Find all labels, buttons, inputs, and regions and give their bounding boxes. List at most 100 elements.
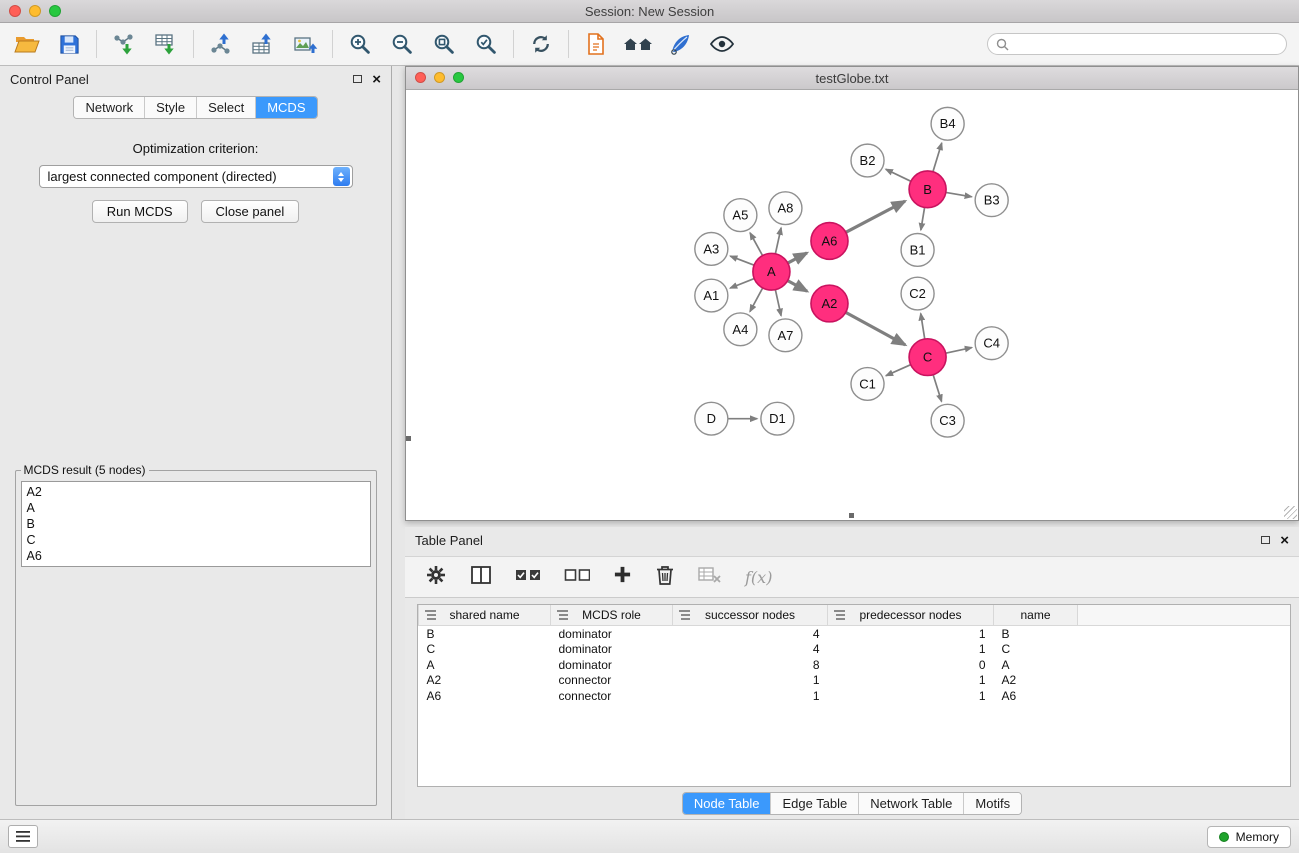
select-all-button[interactable] xyxy=(515,567,541,588)
column-header-shared-name[interactable]: shared name xyxy=(419,605,551,626)
graph-edge-B-B2[interactable] xyxy=(886,169,911,181)
network-canvas[interactable]: B4B2BB3A5A8A6B1A3AC2A1A2A4A7CC4C1C3DD1 xyxy=(406,90,1298,520)
tab-node-table[interactable]: Node Table xyxy=(683,793,772,814)
graph-edge-B-B4[interactable] xyxy=(933,143,942,172)
zoom-window-icon[interactable] xyxy=(49,5,61,17)
zoom-fit-button[interactable] xyxy=(423,26,465,62)
zoom-selected-button[interactable] xyxy=(465,26,507,62)
close-panel-button[interactable]: Close panel xyxy=(201,200,300,223)
delete-table-button[interactable] xyxy=(698,566,722,589)
table-settings-button[interactable] xyxy=(425,564,447,591)
network-window-title: testGlobe.txt xyxy=(816,71,889,86)
network-window-titlebar[interactable]: testGlobe.txt xyxy=(406,67,1298,90)
table-row[interactable]: A2 connector 1 1 A2 xyxy=(419,673,1291,689)
delete-column-button[interactable] xyxy=(655,564,675,591)
minimize-network-icon[interactable] xyxy=(434,72,445,83)
import-network-button[interactable] xyxy=(103,26,145,62)
annotation-button[interactable] xyxy=(659,26,701,62)
tab-style[interactable]: Style xyxy=(145,97,197,118)
column-header-successor-nodes[interactable]: successor nodes xyxy=(673,605,828,626)
export-network-button[interactable] xyxy=(200,26,242,62)
tab-mcds[interactable]: MCDS xyxy=(256,97,316,118)
show-columns-button[interactable] xyxy=(470,565,492,590)
table-tabs: Node Table Edge Table Network Table Moti… xyxy=(405,789,1299,817)
zoom-out-button[interactable] xyxy=(381,26,423,62)
import-table-button[interactable] xyxy=(145,26,187,62)
canvas-edge-mark xyxy=(406,436,411,441)
zoom-fit-icon xyxy=(432,32,456,56)
memory-button[interactable]: Memory xyxy=(1207,826,1291,848)
graph-edge-A6-B[interactable] xyxy=(846,201,905,232)
optimization-criterion-select[interactable]: largest connected component (directed) xyxy=(39,165,353,188)
result-item[interactable]: A xyxy=(27,500,365,516)
tab-network[interactable]: Network xyxy=(74,97,145,118)
close-network-icon[interactable] xyxy=(415,72,426,83)
session-file-button[interactable] xyxy=(575,26,617,62)
float-panel-icon[interactable] xyxy=(1261,536,1270,544)
graph-edge-A-A7[interactable] xyxy=(775,290,781,316)
refresh-icon xyxy=(529,32,553,56)
graph-edge-A-A6[interactable] xyxy=(788,253,807,263)
graph-edge-C-C1[interactable] xyxy=(886,365,911,376)
result-item[interactable]: A6 xyxy=(27,548,365,564)
task-history-button[interactable] xyxy=(8,825,38,848)
save-session-button[interactable] xyxy=(48,26,90,62)
zoom-in-button[interactable] xyxy=(339,26,381,62)
apply-layout-button[interactable] xyxy=(520,26,562,62)
tab-edge-table[interactable]: Edge Table xyxy=(771,793,859,814)
graph-edge-B-B3[interactable] xyxy=(946,192,972,196)
export-image-button[interactable] xyxy=(284,26,326,62)
column-header-name[interactable]: name xyxy=(994,605,1078,626)
main-toolbar xyxy=(0,23,1299,66)
table-row[interactable]: C dominator 4 1 C xyxy=(419,642,1291,658)
graph-edge-C-C3[interactable] xyxy=(933,375,941,402)
resize-grip[interactable] xyxy=(1284,506,1297,519)
result-item[interactable]: C xyxy=(27,532,365,548)
tab-motifs[interactable]: Motifs xyxy=(964,793,1021,814)
close-panel-icon[interactable]: × xyxy=(1280,533,1289,548)
close-window-icon[interactable] xyxy=(9,5,21,17)
minimize-window-icon[interactable] xyxy=(29,5,41,17)
table-row[interactable]: B dominator 4 1 B xyxy=(419,626,1291,642)
show-hide-button[interactable] xyxy=(701,26,743,62)
table-panel: Table Panel × xyxy=(405,527,1299,819)
graph-edge-A-A1[interactable] xyxy=(730,279,754,289)
close-panel-icon[interactable]: × xyxy=(372,72,381,87)
table-toolbar: f(x) xyxy=(405,556,1299,598)
memory-label: Memory xyxy=(1236,830,1279,844)
graph-edge-A-A8[interactable] xyxy=(775,228,781,254)
mcds-result-list[interactable]: A2 A B C A6 xyxy=(21,481,371,567)
table-row[interactable]: A6 connector 1 1 A6 xyxy=(419,688,1291,704)
graph-edge-C-C2[interactable] xyxy=(921,313,925,339)
deselect-all-button[interactable] xyxy=(564,567,590,588)
graph-edge-A2-C[interactable] xyxy=(846,312,905,345)
network-graph[interactable]: B4B2BB3A5A8A6B1A3AC2A1A2A4A7CC4C1C3DD1 xyxy=(406,90,1298,520)
tab-select[interactable]: Select xyxy=(197,97,256,118)
toolbar-separator xyxy=(332,30,333,58)
zoom-network-icon[interactable] xyxy=(453,72,464,83)
graph-edge-A-A2[interactable] xyxy=(788,281,807,292)
graph-edge-A-A3[interactable] xyxy=(730,256,754,265)
home-views-button[interactable] xyxy=(617,26,659,62)
graph-edge-C-C4[interactable] xyxy=(946,348,972,354)
export-table-button[interactable] xyxy=(242,26,284,62)
gear-icon xyxy=(425,564,447,586)
graph-edge-A-A5[interactable] xyxy=(750,233,763,256)
add-column-button[interactable] xyxy=(613,565,632,589)
result-item[interactable]: A2 xyxy=(27,484,365,500)
columns-icon xyxy=(470,565,492,585)
graph-edge-B-B1[interactable] xyxy=(921,207,925,230)
function-builder-button[interactable]: f(x) xyxy=(745,568,772,587)
column-header-predecessor-nodes[interactable]: predecessor nodes xyxy=(828,605,994,626)
tab-network-table[interactable]: Network Table xyxy=(859,793,964,814)
column-header-mcds-role[interactable]: MCDS role xyxy=(551,605,673,626)
node-table-container[interactable]: shared name MCDS role successor nodes xyxy=(417,604,1291,787)
open-session-button[interactable] xyxy=(6,26,48,62)
float-panel-icon[interactable] xyxy=(353,75,362,83)
run-mcds-button[interactable]: Run MCDS xyxy=(92,200,188,223)
search-input[interactable] xyxy=(1014,36,1278,52)
search-field[interactable] xyxy=(987,33,1287,55)
result-item[interactable]: B xyxy=(27,516,365,532)
graph-edge-A-A4[interactable] xyxy=(750,288,763,312)
table-row[interactable]: A dominator 8 0 A xyxy=(419,657,1291,673)
